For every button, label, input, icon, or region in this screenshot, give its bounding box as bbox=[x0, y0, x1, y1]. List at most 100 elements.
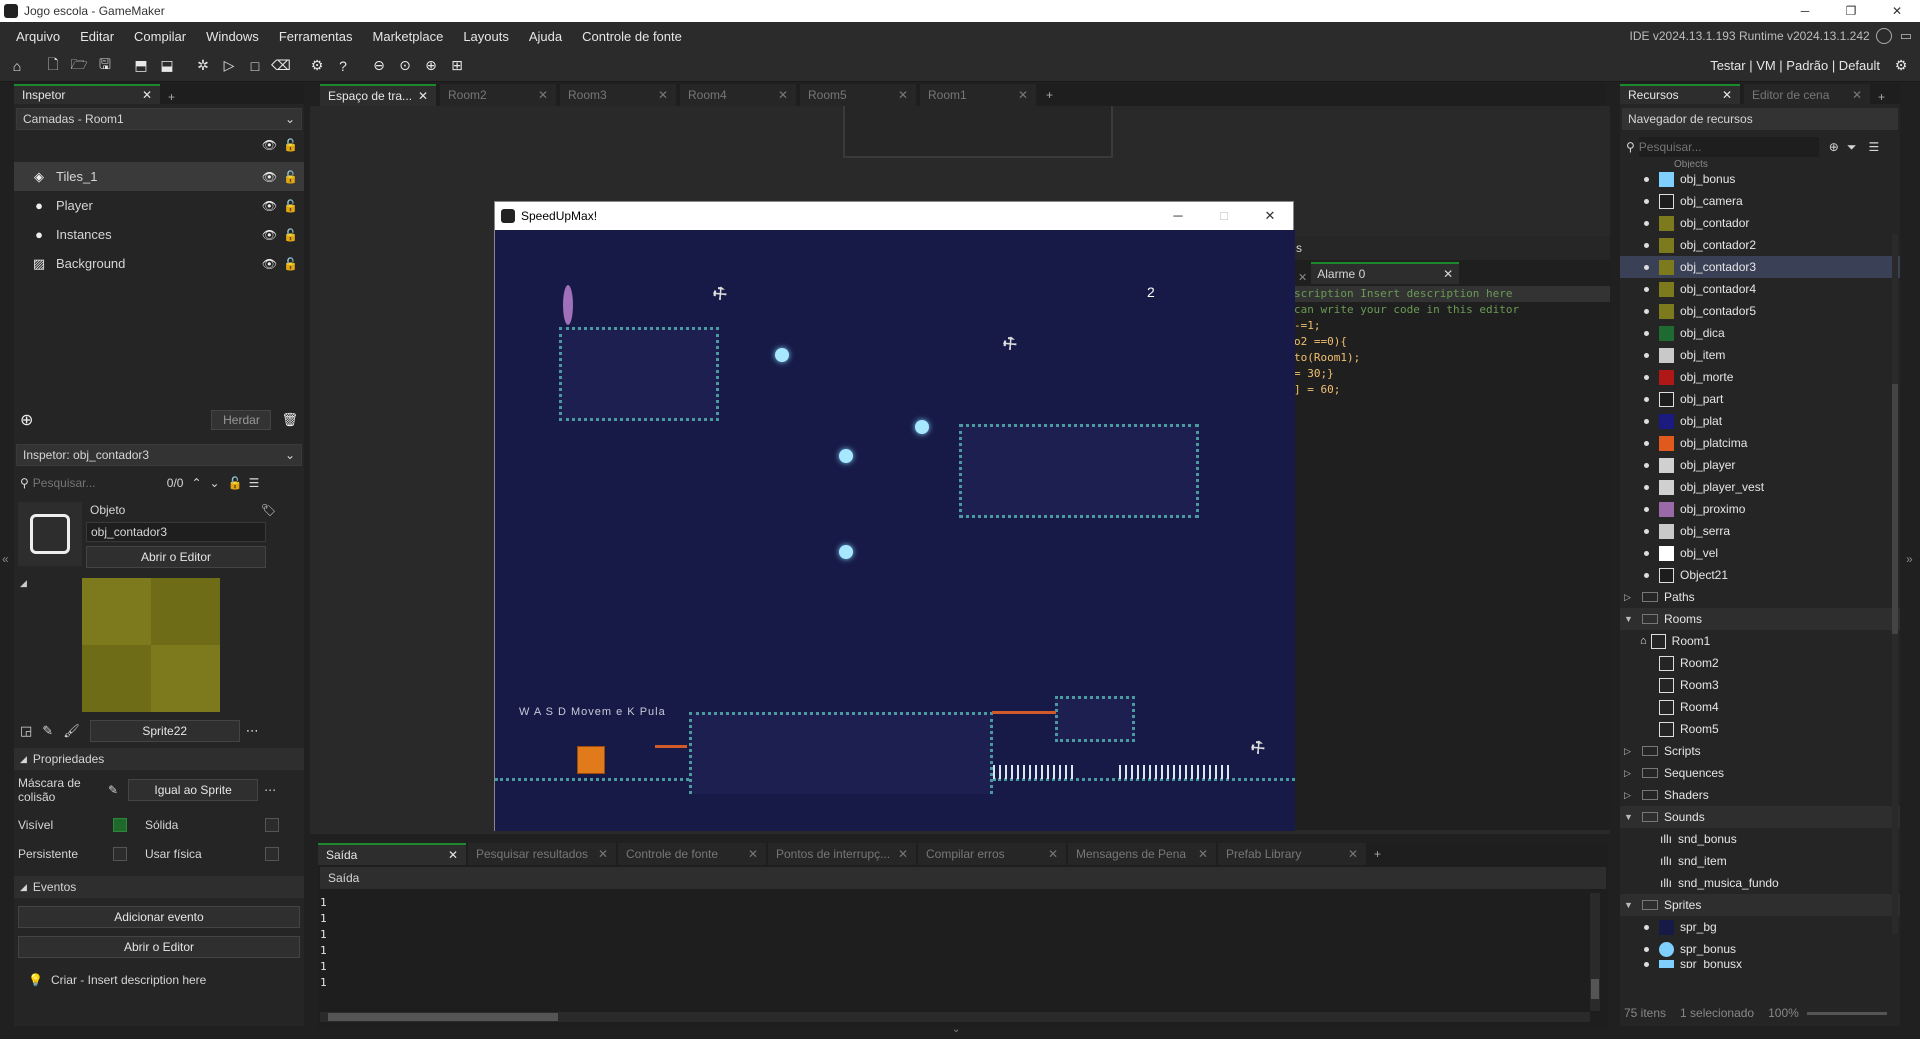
tab-prefab-library[interactable]: Prefab Library ✕ bbox=[1218, 843, 1366, 865]
settings-icon[interactable]: ⚙ bbox=[306, 55, 328, 77]
events-section[interactable]: ◢ Eventos bbox=[14, 876, 304, 898]
code-line[interactable]: = 30;} bbox=[1294, 366, 1610, 382]
folder-sequences[interactable]: ▷ Sequences bbox=[1620, 762, 1900, 784]
lock-icon[interactable]: 🔓 bbox=[283, 228, 298, 242]
menu-ajuda[interactable]: Ajuda bbox=[519, 29, 572, 44]
asset-object[interactable]: obj_player_vest bbox=[1620, 476, 1900, 498]
lock-icon[interactable]: 🔓 bbox=[228, 476, 243, 490]
asset-object[interactable]: Object21 bbox=[1620, 564, 1900, 586]
game-window[interactable]: SpeedUpMax! ─ □ ✕ ⚒ ⚒ ⚒ 2 W A S D Movem … bbox=[494, 201, 1295, 831]
code-line[interactable]: can write your code in this editor bbox=[1294, 302, 1610, 318]
collapse-triangle-icon[interactable]: ▼ bbox=[1624, 614, 1638, 624]
eye-icon[interactable]: 👁 bbox=[262, 257, 277, 271]
clean-icon[interactable]: ⌫ bbox=[270, 55, 292, 77]
close-tab-icon[interactable]: ✕ bbox=[1198, 847, 1208, 861]
code-line[interactable]: o2 ==0){ bbox=[1294, 334, 1610, 350]
close-tab-icon[interactable]: ✕ bbox=[898, 88, 908, 102]
minimize-button[interactable]: ─ bbox=[1782, 4, 1828, 18]
lock-icon[interactable]: 🔓 bbox=[283, 138, 298, 152]
lock-icon[interactable]: 🔓 bbox=[283, 257, 298, 271]
stop-icon[interactable]: □ bbox=[244, 55, 266, 77]
close-tab-icon[interactable]: ✕ bbox=[1852, 88, 1862, 102]
eye-icon[interactable]: 👁 bbox=[262, 228, 277, 242]
eye-icon[interactable]: 👁 bbox=[262, 138, 277, 152]
menu-controle-de-fonte[interactable]: Controle de fonte bbox=[572, 29, 692, 44]
menu-ferramentas[interactable]: Ferramentas bbox=[269, 29, 363, 44]
debug-icon[interactable]: ✲ bbox=[192, 55, 214, 77]
user-account-icon[interactable] bbox=[1875, 28, 1892, 44]
ellipsis-icon[interactable]: ⋯ bbox=[264, 783, 276, 797]
menu-icon[interactable]: ☰ bbox=[1868, 140, 1879, 154]
asset-object[interactable]: obj_vel bbox=[1620, 542, 1900, 564]
close-tab-icon[interactable]: ✕ bbox=[1722, 88, 1732, 102]
create-event-item[interactable]: 💡 Criar - Insert description here bbox=[14, 970, 304, 990]
asset-room5[interactable]: Room5 bbox=[1620, 718, 1900, 740]
persistent-checkbox[interactable] bbox=[113, 846, 127, 861]
code-line[interactable]: ] = 60; bbox=[1294, 382, 1610, 398]
vertical-scrollbar[interactable] bbox=[1590, 893, 1600, 1011]
layers-dropdown[interactable]: Camadas - Room1 ⌄ bbox=[16, 108, 302, 130]
close-tab-icon[interactable]: ✕ bbox=[418, 89, 428, 103]
sprite-new-icon[interactable]: ◲ bbox=[20, 723, 32, 739]
sprite-brush-icon[interactable]: 🖌 bbox=[63, 723, 80, 739]
asset-room1[interactable]: ⌂ Room1 bbox=[1620, 630, 1900, 652]
delete-layer-icon[interactable]: 🗑 bbox=[281, 412, 298, 428]
asset-object[interactable]: obj_proximo bbox=[1620, 498, 1900, 520]
properties-section[interactable]: ◢ Propriedades bbox=[14, 748, 304, 770]
asset-object[interactable]: obj_player bbox=[1620, 454, 1900, 476]
asset-object[interactable]: obj_bonus bbox=[1620, 168, 1900, 190]
asset-object[interactable]: obj_serra bbox=[1620, 520, 1900, 542]
restore-button[interactable]: ❐ bbox=[1828, 4, 1874, 18]
asset-object[interactable]: obj_camera bbox=[1620, 190, 1900, 212]
tag-icon[interactable]: 🏷 bbox=[261, 503, 276, 517]
close-tab-icon[interactable]: ✕ bbox=[1048, 847, 1058, 861]
asset-room2[interactable]: Room2 bbox=[1620, 652, 1900, 674]
menu-windows[interactable]: Windows bbox=[196, 29, 269, 44]
close-tab-icon[interactable]: ✕ bbox=[778, 88, 788, 102]
asset-object[interactable]: obj_contador2 bbox=[1620, 234, 1900, 256]
asset-sprite[interactable]: spr_bonus bbox=[1620, 938, 1900, 960]
new-project-icon[interactable]: 🗋 bbox=[42, 55, 64, 77]
add-tab-icon[interactable]: + bbox=[1374, 847, 1381, 861]
tab-search-results[interactable]: Pesquisar resultados ✕ bbox=[468, 843, 616, 865]
tab-resources[interactable]: Recursos ✕ bbox=[1620, 84, 1740, 104]
tab-source-control[interactable]: Controle de fonte ✕ bbox=[618, 843, 766, 865]
game-canvas[interactable]: ⚒ ⚒ ⚒ 2 W A S D Movem e K Pula bbox=[495, 230, 1295, 831]
asset-object[interactable]: obj_contador3 bbox=[1620, 256, 1900, 278]
menu-icon[interactable]: ☰ bbox=[249, 476, 260, 490]
create-executable-icon[interactable]: ⬒ bbox=[130, 55, 152, 77]
expand-triangle-icon[interactable]: ▷ bbox=[1624, 592, 1638, 603]
close-tab-icon[interactable]: ✕ bbox=[1443, 267, 1453, 281]
close-tab-icon[interactable]: ✕ bbox=[142, 88, 152, 102]
close-tab-icon[interactable]: ✕ bbox=[898, 847, 908, 861]
grid-icon[interactable]: ⊞ bbox=[446, 55, 468, 77]
collapse-triangle-icon[interactable]: ▼ bbox=[1624, 900, 1638, 910]
asset-object[interactable]: obj_contador5 bbox=[1620, 300, 1900, 322]
folder-objects[interactable]: Objects bbox=[1620, 160, 1900, 168]
asset-object[interactable]: obj_dica bbox=[1620, 322, 1900, 344]
home-icon[interactable]: ⌂ bbox=[6, 55, 28, 77]
open-event-editor-button[interactable]: Abrir o Editor bbox=[18, 936, 300, 958]
package-icon[interactable]: ⬓ bbox=[156, 55, 178, 77]
folder-sounds[interactable]: ▼ Sounds bbox=[1620, 806, 1900, 828]
tab-room1[interactable]: Room1 ✕ bbox=[920, 84, 1036, 106]
collapse-triangle-icon[interactable]: ▼ bbox=[1624, 812, 1638, 822]
chevron-down-icon[interactable]: ⌄ bbox=[210, 476, 220, 490]
target-selector[interactable]: Testar | VM | Padrão | Default bbox=[1710, 58, 1888, 73]
asset-sound[interactable]: ıllı snd_musica_fundo bbox=[1620, 872, 1900, 894]
add-tab-icon[interactable]: + bbox=[1878, 90, 1885, 104]
tab-breakpoints[interactable]: Pontos de interrupç... ✕ bbox=[768, 843, 916, 865]
help-icon[interactable]: ? bbox=[332, 55, 354, 77]
eye-icon[interactable]: 👁 bbox=[262, 199, 277, 213]
close-tab-icon[interactable]: ✕ bbox=[1348, 847, 1358, 861]
tab-room5[interactable]: Room5 ✕ bbox=[800, 84, 916, 106]
tab-output[interactable]: Saída ✕ bbox=[318, 843, 466, 865]
tab-feather-messages[interactable]: Mensagens de Pena ✕ bbox=[1068, 843, 1216, 865]
asset-object[interactable]: obj_contador bbox=[1620, 212, 1900, 234]
collapse-triangle-icon[interactable]: ◢ bbox=[20, 578, 27, 589]
eye-icon[interactable]: 👁 bbox=[262, 170, 277, 184]
tab-room4[interactable]: Room4 ✕ bbox=[680, 84, 796, 106]
horizontal-scrollbar[interactable] bbox=[320, 1012, 1590, 1022]
menu-editar[interactable]: Editar bbox=[70, 29, 124, 44]
close-tab-icon[interactable]: ✕ bbox=[1298, 271, 1307, 284]
